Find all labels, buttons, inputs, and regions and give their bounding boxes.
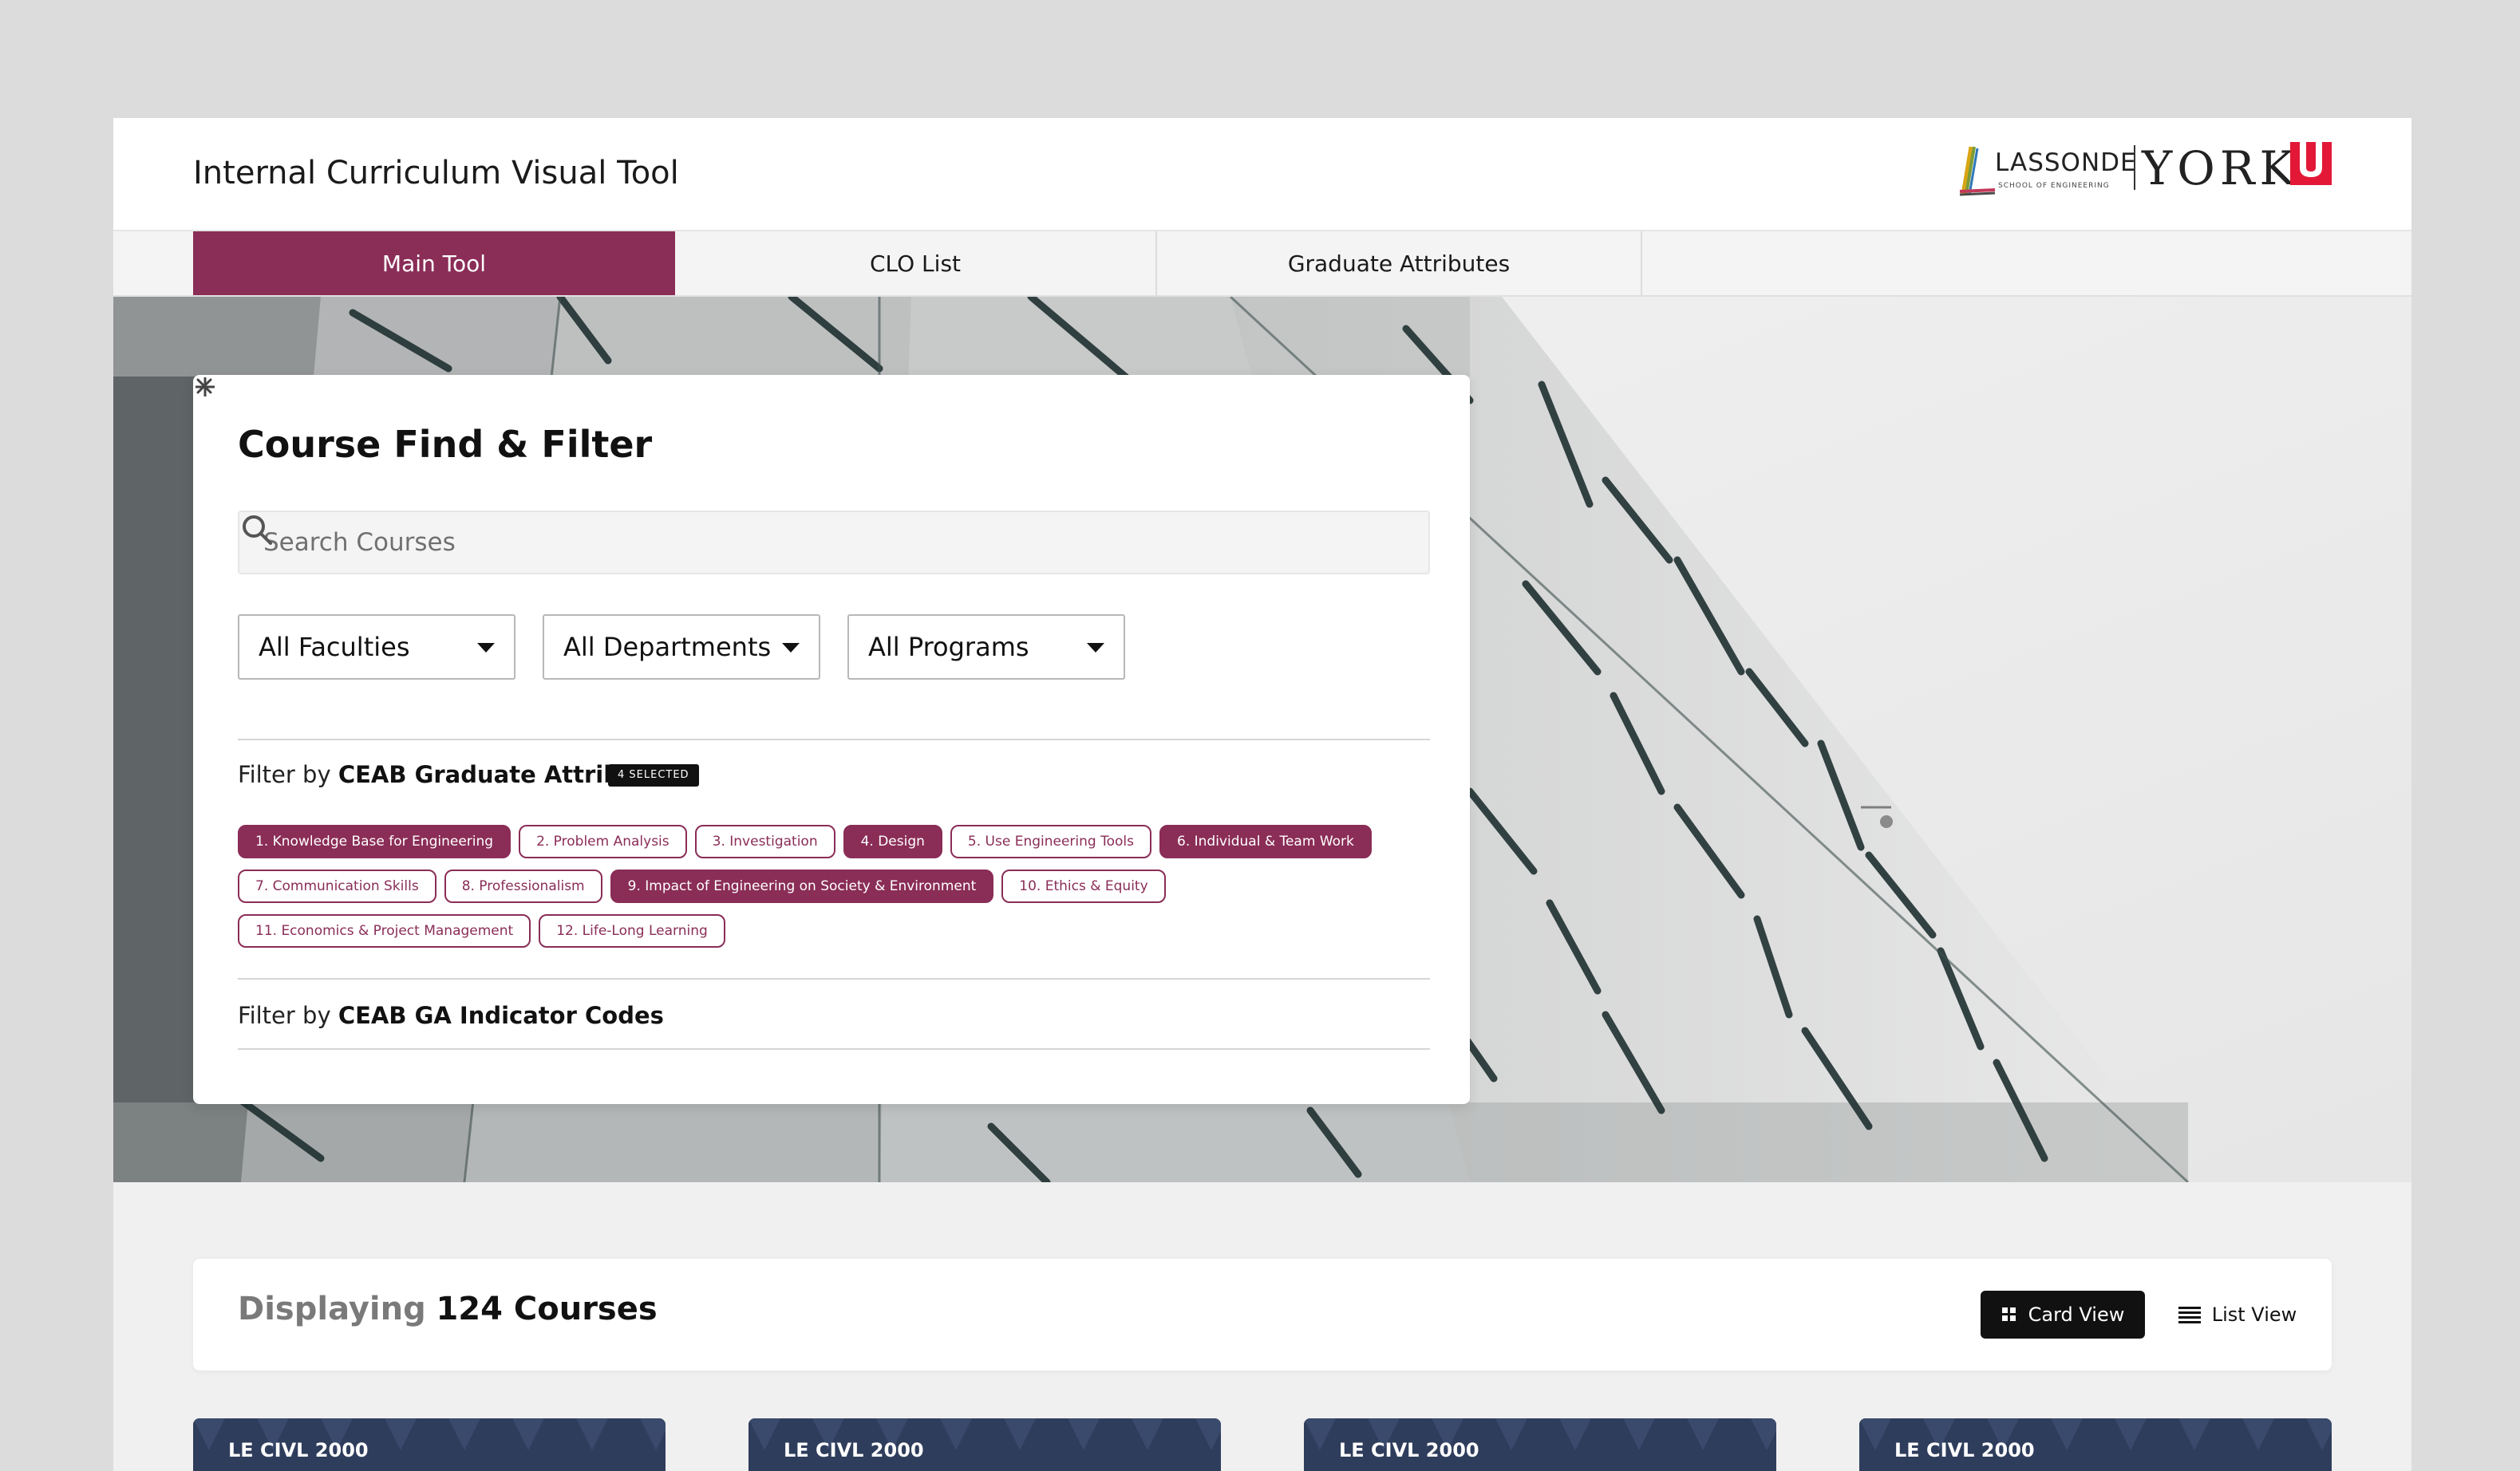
chip-ga-6[interactable]: 6. Individual & Team Work — [1159, 825, 1372, 858]
course-filter-card: Course Find & Filter Search Courses All … — [193, 375, 1470, 1104]
lassonde-mark-icon — [1959, 146, 1996, 196]
department-select-value: All Departments — [563, 632, 772, 662]
course-code: LE CIVL 2000 — [228, 1439, 369, 1461]
chip-ga-10[interactable]: 10. Ethics & Equity — [1001, 870, 1166, 903]
ga-chip-list: 1. Knowledge Base for Engineering 2. Pro… — [238, 825, 1435, 959]
chip-ga-7[interactable]: 7. Communication Skills — [238, 870, 436, 903]
course-code: LE CIVL 2000 — [784, 1439, 924, 1461]
course-card[interactable]: LE CIVL 2000 — [1859, 1418, 2332, 1471]
results-count: Displaying 124 Courses — [238, 1291, 658, 1327]
list-view-button[interactable]: List View — [2174, 1291, 2301, 1339]
chip-ga-1[interactable]: 1. Knowledge Base for Engineering — [238, 825, 512, 858]
ga-filter-prefix: Filter by — [238, 761, 338, 788]
chevron-down-icon — [1087, 643, 1104, 653]
app-header: Internal Curriculum Visual Tool LASSONDE… — [113, 118, 2411, 231]
indicator-filter-heading[interactable]: Filter by CEAB GA Indicator Codes — [238, 1002, 664, 1029]
course-card[interactable]: LE CIVL 2000 — [748, 1418, 1221, 1471]
course-card[interactable]: LE CIVL 2000 — [1304, 1418, 1776, 1471]
card-view-button[interactable]: Card View — [1981, 1291, 2145, 1339]
chip-row: 7. Communication Skills 8. Professionali… — [238, 870, 1435, 903]
grid-icon — [2001, 1307, 2016, 1321]
divider — [238, 978, 1430, 980]
card-view-label: Card View — [2028, 1303, 2125, 1326]
chip-ga-2[interactable]: 2. Problem Analysis — [519, 825, 687, 858]
york-wordmark: YORK — [2142, 141, 2299, 195]
app-frame: Internal Curriculum Visual Tool LASSONDE… — [113, 118, 2411, 1471]
hero-building-image: Course Find & Filter Search Courses All … — [113, 297, 2411, 1182]
results-count-value: 124 Courses — [436, 1291, 658, 1327]
list-icon — [2178, 1307, 2201, 1323]
course-code: LE CIVL 2000 — [1894, 1439, 2035, 1461]
chip-row: 11. Economics & Project Management 12. L… — [238, 914, 1435, 948]
chip-ga-8[interactable]: 8. Professionalism — [444, 870, 602, 903]
chip-row: 1. Knowledge Base for Engineering 2. Pro… — [238, 825, 1435, 858]
course-code: LE CIVL 2000 — [1339, 1439, 1479, 1461]
search-input[interactable]: Search Courses — [238, 511, 1430, 574]
chevron-down-icon — [477, 643, 495, 653]
selected-count-badge: 4 SELECTED — [608, 764, 699, 787]
tab-clo-list[interactable]: CLO List — [675, 231, 1157, 295]
indicator-filter-label: CEAB GA Indicator Codes — [338, 1002, 664, 1029]
lassonde-york-logo: LASSONDE SCHOOL OF ENGINEERING YORK — [1957, 142, 2332, 211]
chip-ga-12[interactable]: 12. Life-Long Learning — [539, 914, 725, 948]
lassonde-subtitle: SCHOOL OF ENGINEERING — [1998, 182, 2110, 190]
filter-card-title: Course Find & Filter — [238, 423, 653, 466]
york-u-icon — [2290, 142, 2332, 185]
search-icon[interactable] — [239, 512, 275, 547]
plus-icon[interactable] — [193, 375, 217, 399]
program-select-value: All Programs — [868, 632, 1029, 662]
tab-graduate-attributes[interactable]: Graduate Attributes — [1157, 231, 1642, 295]
chip-ga-11[interactable]: 11. Economics & Project Management — [238, 914, 531, 948]
faculty-select[interactable]: All Faculties — [238, 614, 515, 680]
program-select[interactable]: All Programs — [847, 614, 1125, 680]
tab-main-tool[interactable]: Main Tool — [193, 231, 675, 295]
logo-divider — [2134, 145, 2135, 190]
divider — [238, 739, 1430, 740]
results-bar: Displaying 124 Courses Card View List Vi… — [193, 1259, 2332, 1370]
chip-ga-9[interactable]: 9. Impact of Engineering on Society & En… — [610, 870, 994, 903]
faculty-select-value: All Faculties — [259, 632, 410, 662]
lassonde-wordmark: LASSONDE — [1995, 148, 2137, 177]
app-title: Internal Curriculum Visual Tool — [193, 155, 679, 191]
course-card[interactable]: LE CIVL 2000 — [193, 1418, 666, 1471]
chevron-down-icon — [782, 643, 800, 653]
list-view-label: List View — [2211, 1303, 2297, 1326]
chip-ga-4[interactable]: 4. Design — [843, 825, 942, 858]
tab-bar: Main Tool CLO List Graduate Attributes — [113, 231, 2411, 297]
results-prefix: Displaying — [238, 1291, 426, 1327]
department-select[interactable]: All Departments — [543, 614, 820, 680]
indicator-filter-prefix: Filter by — [238, 1002, 338, 1029]
chip-ga-5[interactable]: 5. Use Engineering Tools — [950, 825, 1151, 858]
chip-ga-3[interactable]: 3. Investigation — [694, 825, 835, 858]
divider — [238, 1048, 1430, 1050]
search-placeholder: Search Courses — [263, 528, 456, 557]
